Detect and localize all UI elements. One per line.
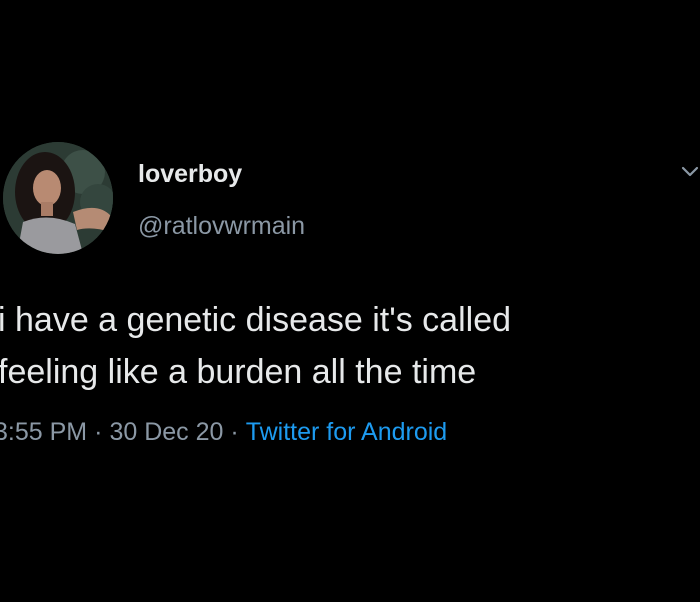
tweet-text-line: i have a genetic disease it's called xyxy=(0,301,512,339)
profile-photo-icon xyxy=(3,142,113,254)
display-name[interactable]: loverboy xyxy=(138,160,242,189)
tweet-meta: 3:55 PM · 30 Dec 20 · Twitter for Android xyxy=(0,418,447,447)
tweet-text: i have a genetic disease it's called fee… xyxy=(0,294,698,398)
tweet-text-line: feeling like a burden all the time xyxy=(0,353,477,391)
tweet-date[interactable]: 30 Dec 20 xyxy=(109,418,223,446)
user-handle[interactable]: @ratlovwrmain xyxy=(138,212,305,241)
tweet-source-link[interactable]: Twitter for Android xyxy=(246,418,447,446)
meta-separator: · xyxy=(230,418,239,446)
chevron-down-icon[interactable] xyxy=(680,164,700,178)
avatar[interactable] xyxy=(3,142,113,254)
tweet-time[interactable]: 3:55 PM xyxy=(0,418,87,446)
meta-separator: · xyxy=(94,418,103,446)
tweet-card: loverboy @ratlovwrmain i have a genetic … xyxy=(0,0,700,602)
